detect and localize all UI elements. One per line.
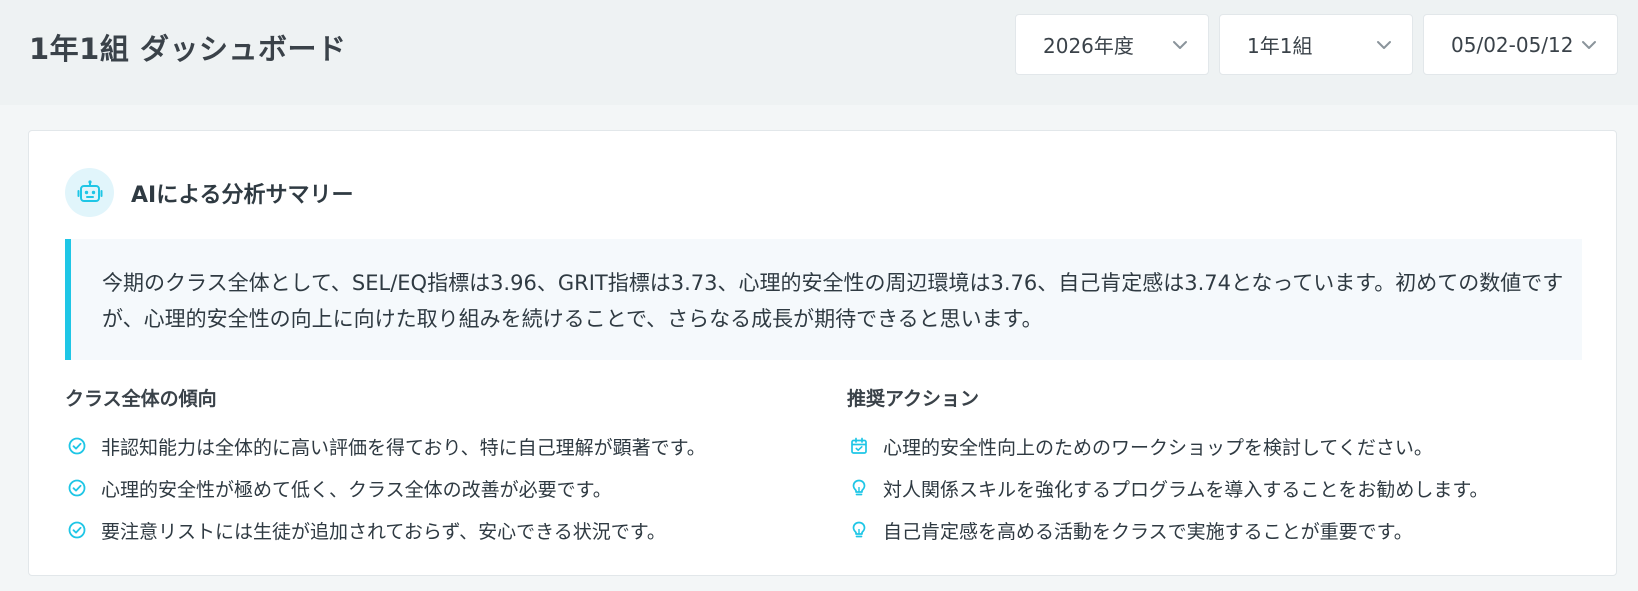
list-item-text: 非認知能力は全体的に高い評価を得ており、特に自己理解が顕著です。 — [101, 436, 706, 459]
list-item: 対人関係スキルを強化するプログラムを導入することをお勧めします。 — [847, 467, 1587, 509]
page-title: 1年1組 ダッシュボード — [29, 32, 347, 66]
list-item: 要注意リストには生徒が追加されておらず、安心できる状況です。 — [65, 509, 825, 551]
year-select[interactable]: 2026年度 — [1015, 14, 1209, 75]
check-circle-icon — [65, 518, 89, 542]
check-circle-icon — [65, 434, 89, 458]
period-select-value: 05/02-05/12 — [1451, 32, 1574, 57]
summary-text: 今期のクラス全体として、SEL/EQ指標は3.96、GRIT指標は3.73、心理… — [65, 239, 1582, 360]
calendar-check-icon — [847, 434, 871, 458]
list-item: 自己肯定感を高める活動をクラスで実施することが重要です。 — [847, 509, 1587, 551]
trends-title: クラス全体の傾向 — [65, 388, 217, 410]
year-select-value: 2026年度 — [1043, 34, 1134, 58]
list-item: 非認知能力は全体的に高い評価を得ており、特に自己理解が顕著です。 — [65, 425, 825, 467]
chevron-down-icon — [1581, 40, 1597, 50]
chevron-down-icon — [1376, 40, 1392, 50]
lightbulb-icon — [847, 476, 871, 500]
list-item-text: 要注意リストには生徒が追加されておらず、安心できる状況です。 — [101, 520, 666, 543]
list-item-text: 心理的安全性向上のためのワークショップを検討してください。 — [883, 436, 1433, 459]
list-item-text: 自己肯定感を高める活動をクラスで実施することが重要です。 — [883, 520, 1413, 543]
class-select-value: 1年1組 — [1247, 34, 1313, 58]
actions-section: 推奨アクション 心理的安全性向上のためのワークショップを検討してください。 対人… — [847, 384, 1587, 551]
actions-title: 推奨アクション — [847, 388, 980, 410]
lightbulb-icon — [847, 518, 871, 542]
list-item: 心理的安全性が極めて低く、クラス全体の改善が必要です。 — [65, 467, 825, 509]
trends-section: クラス全体の傾向 非認知能力は全体的に高い評価を得ており、特に自己理解が顕著です… — [65, 384, 825, 551]
filter-bar: 2026年度 1年1組 05/02-05/12 — [1015, 14, 1618, 75]
card-title: AIによる分析サマリー — [131, 182, 354, 208]
card-header: AIによる分析サマリー — [65, 168, 354, 217]
class-select[interactable]: 1年1組 — [1219, 14, 1413, 75]
list-item: 心理的安全性向上のためのワークショップを検討してください。 — [847, 425, 1587, 467]
ai-summary-card: AIによる分析サマリー 今期のクラス全体として、SEL/EQ指標は3.96、GR… — [28, 130, 1617, 576]
chevron-down-icon — [1172, 40, 1188, 50]
list-item-text: 心理的安全性が極めて低く、クラス全体の改善が必要です。 — [101, 478, 612, 501]
robot-icon — [65, 168, 114, 217]
list-item-text: 対人関係スキルを強化するプログラムを導入することをお勧めします。 — [883, 478, 1489, 501]
period-select[interactable]: 05/02-05/12 — [1423, 14, 1618, 75]
check-circle-icon — [65, 476, 89, 500]
page-header: 1年1組 ダッシュボード 2026年度 1年1組 05/02-05/12 — [0, 0, 1638, 105]
